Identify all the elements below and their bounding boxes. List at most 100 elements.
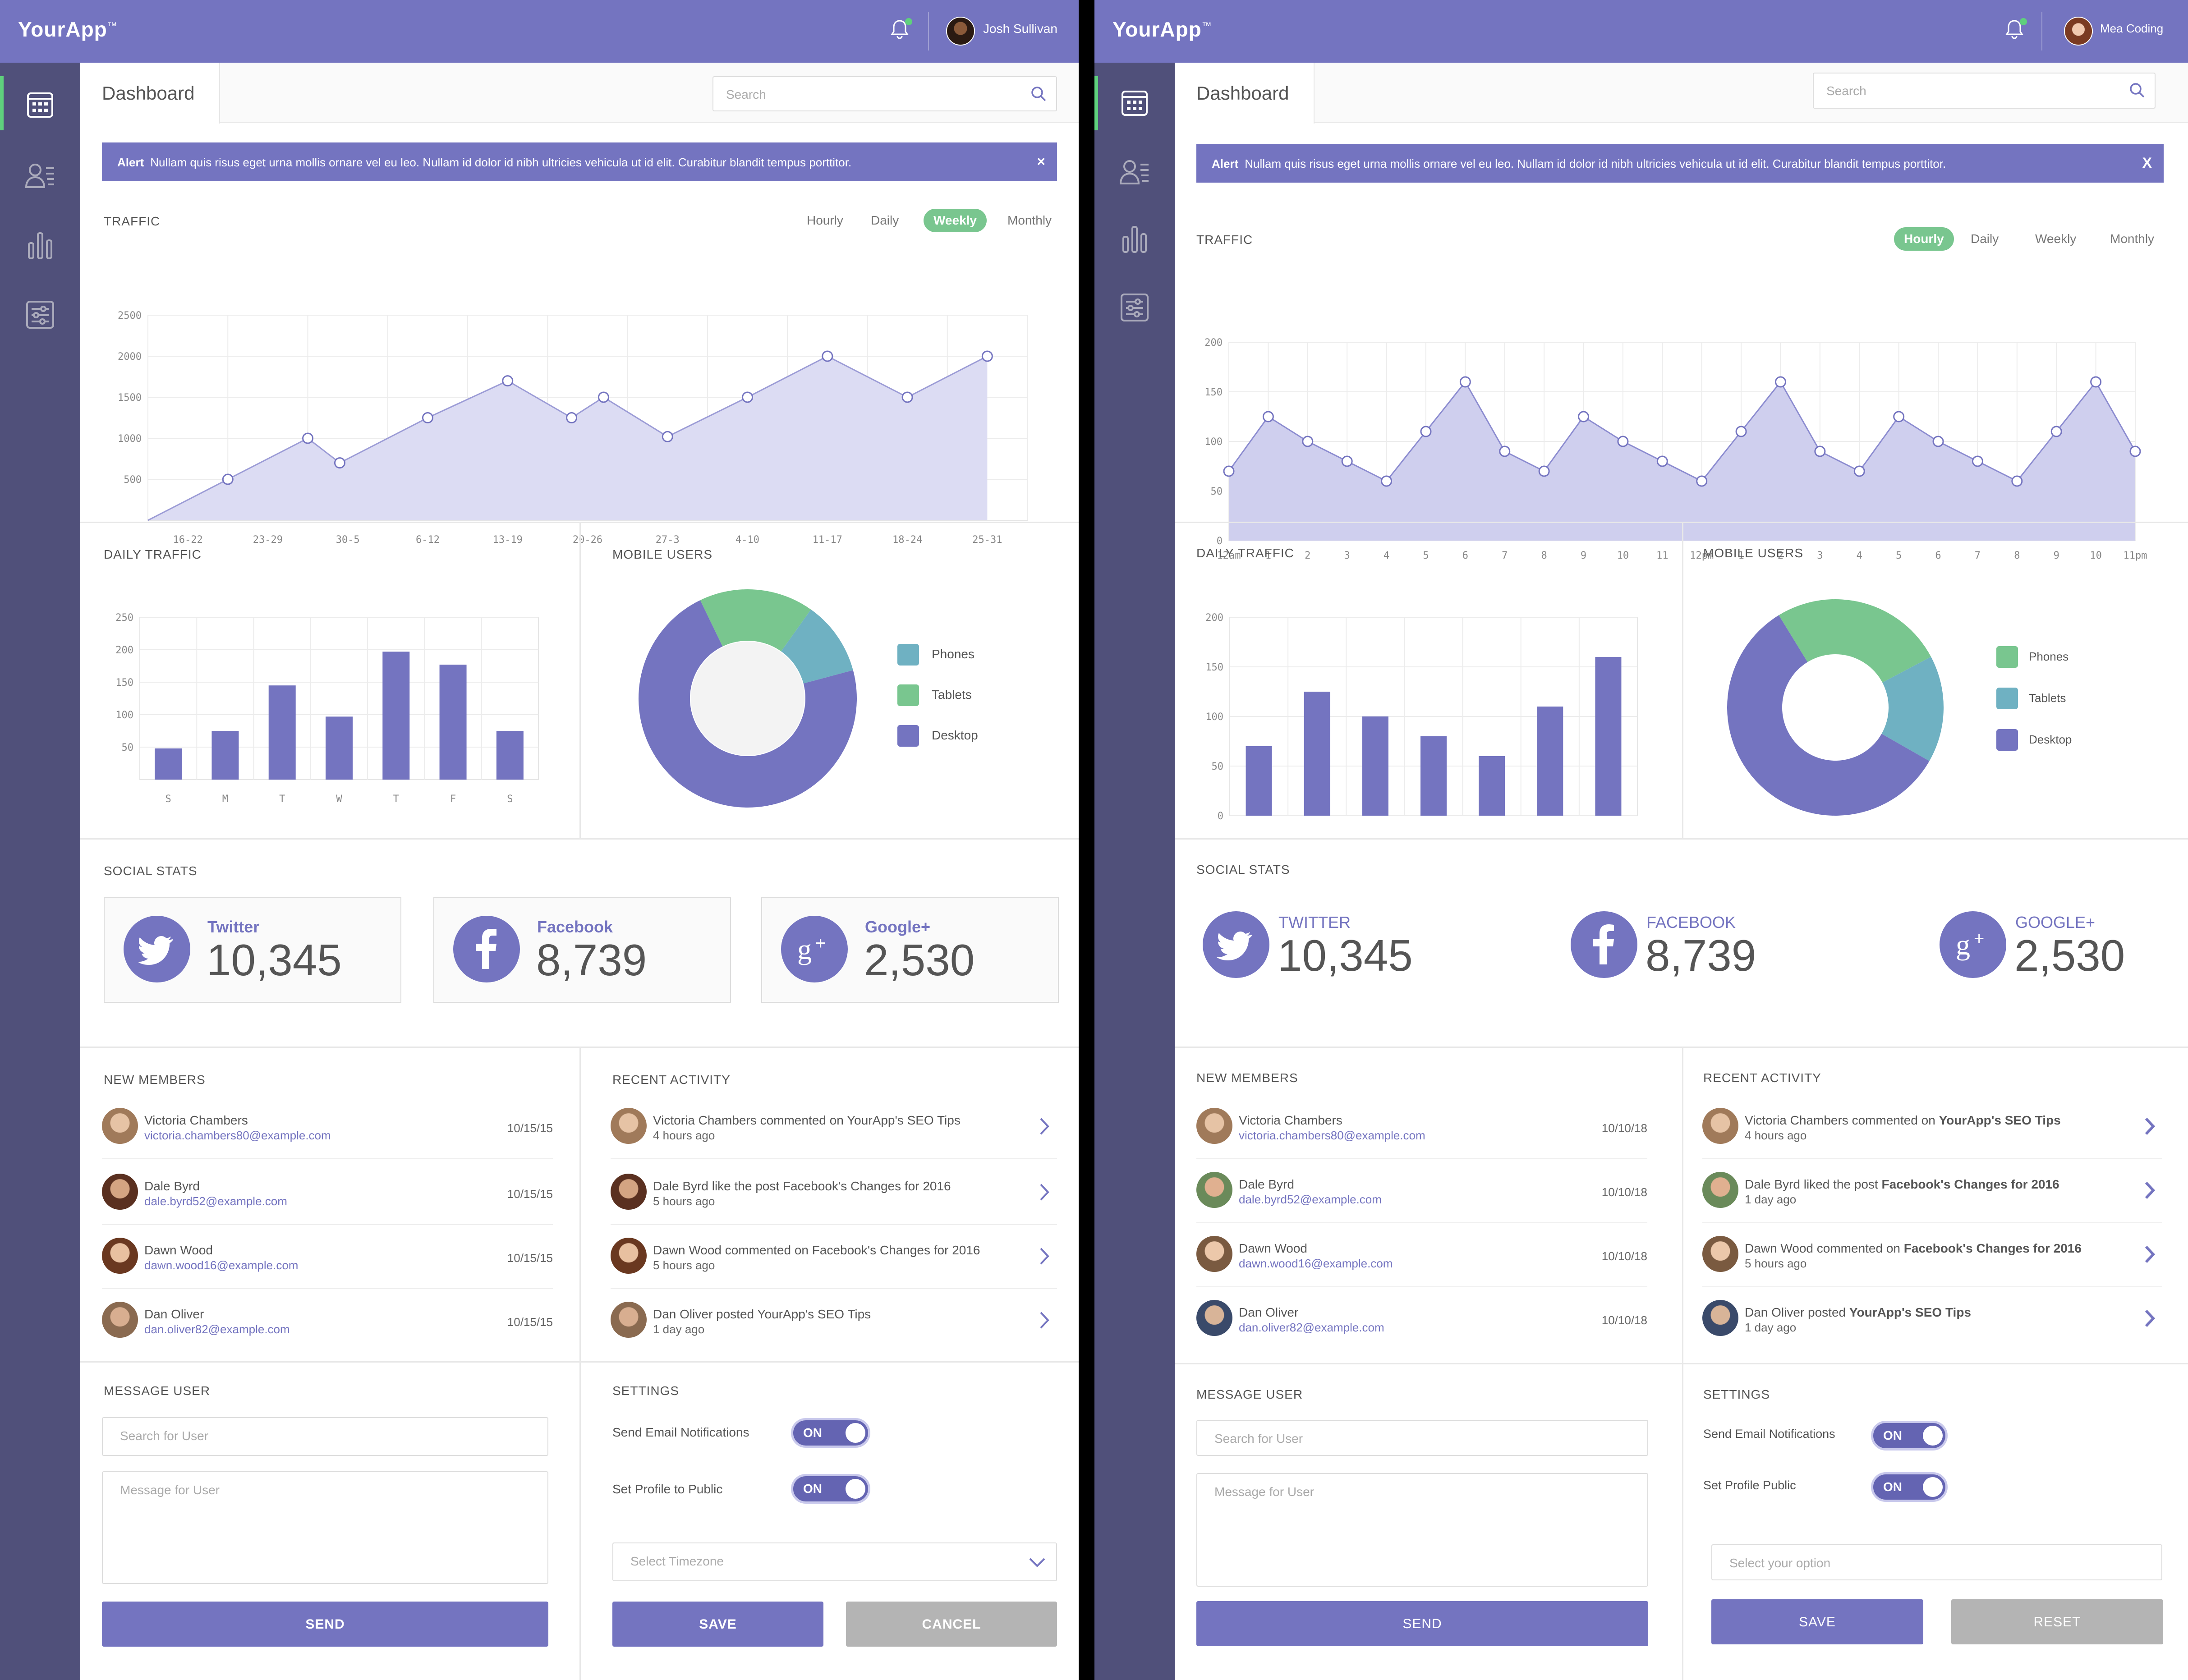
search-input[interactable]: Search [1813,73,2156,109]
member-row[interactable]: Dawn Wood dawn.wood16@example.com 10/15/15 [102,1225,553,1289]
activity-row[interactable]: Dan Oliver posted YourApp's SEO Tips 1 da… [611,1289,1057,1353]
dashboard-calendar-icon[interactable] [1114,83,1155,123]
member-email[interactable]: victoria.chambers80@example.com [144,1129,331,1143]
toggle-monthly[interactable]: Monthly [2100,227,2164,251]
user-avatar[interactable] [2064,17,2093,46]
activity-target[interactable]: YourApp's SEO Tips [757,1307,871,1321]
activity-row[interactable]: Dale Byrd liked the post Facebook's Chan… [1702,1159,2162,1223]
activity-row[interactable]: Dan Oliver posted YourApp's SEO Tips 1 da… [1702,1287,2162,1351]
users-icon[interactable] [1114,151,1155,192]
toggle-monthly[interactable]: Monthly [997,209,1062,232]
member-row[interactable]: Dan Oliver dan.oliver82@example.com 10/15/… [102,1289,553,1353]
message-textarea[interactable]: Message for User [1196,1473,1648,1587]
chevron-right-icon[interactable] [1035,1309,1053,1331]
activity-target[interactable]: Facebook's Changes for 2016 [812,1243,980,1257]
google-plus-card[interactable]: g + Google+ 2,530 [761,897,1059,1003]
notifications-bell-icon[interactable] [2001,16,2028,43]
bar [268,685,296,780]
x-tick-label: 7 [1502,550,1508,561]
twitter-card[interactable]: Twitter 10,345 [104,897,401,1003]
member-row[interactable]: Dale Byrd dale.byrd52@example.com 10/15/15 [102,1161,553,1225]
chevron-right-icon[interactable] [2141,1307,2159,1330]
chevron-right-icon[interactable] [1035,1181,1053,1203]
profile-public-toggle[interactable]: ON [791,1474,870,1504]
toggle-daily[interactable]: Daily [1961,227,2009,251]
toggle-hourly[interactable]: Hourly [1894,227,1954,251]
toggle-weekly[interactable]: Weekly [924,209,987,232]
chevron-right-icon[interactable] [2141,1115,2159,1138]
activity-row[interactable]: Dawn Wood commented on Facebook's Change… [611,1225,1057,1289]
message-textarea[interactable]: Message for User [102,1471,548,1584]
member-date: 10/15/15 [507,1121,553,1135]
email-notifications-toggle[interactable]: ON [791,1418,870,1448]
toggle-daily[interactable]: Daily [861,209,909,232]
reset-button[interactable]: RESET [1951,1599,2163,1644]
timezone-select[interactable]: Select Timezone [612,1542,1057,1581]
activity-row[interactable]: Dale Byrd like the post Facebook's Chang… [611,1161,1057,1225]
tab-dashboard[interactable]: Dashboard [1175,63,1315,124]
app-logo[interactable]: YourApp™ [18,17,118,41]
activity-target[interactable]: Facebook's Changes for 2016 [1904,1241,2082,1255]
activity-row[interactable]: Victoria Chambers commented on YourApp's… [1702,1095,2162,1159]
option-select[interactable]: Select your option [1711,1544,2162,1580]
settings-sliders-icon[interactable] [1114,287,1155,328]
member-row[interactable]: Victoria Chambers victoria.chambers80@exa… [1196,1095,1647,1159]
activity-target[interactable]: YourApp's SEO Tips [1939,1113,2061,1127]
google-plus-card[interactable]: g + GOOGLE+ 2,530 [1921,893,2173,999]
activity-row[interactable]: Dawn Wood commented on Facebook's Change… [1702,1223,2162,1287]
email-notifications-toggle[interactable]: ON [1871,1421,1948,1450]
stats-bar-icon[interactable] [20,225,60,266]
save-button[interactable]: SAVE [1711,1599,1923,1644]
member-row[interactable]: Dan Oliver dan.oliver82@example.com 10/10/… [1196,1287,1647,1351]
member-email[interactable]: dawn.wood16@example.com [1239,1257,1393,1271]
activity-target[interactable]: Facebook's Changes for 2016 [783,1179,951,1193]
user-search-input[interactable]: Search for User [1196,1420,1648,1456]
users-icon[interactable] [20,155,60,195]
profile-public-toggle[interactable]: ON [1871,1472,1948,1502]
send-button[interactable]: SEND [102,1602,548,1647]
toggle-hourly[interactable]: Hourly [797,209,853,232]
chevron-right-icon[interactable] [1035,1115,1053,1138]
save-button[interactable]: SAVE [612,1602,823,1647]
app-logo[interactable]: YourApp™ [1112,17,1212,41]
member-email[interactable]: dawn.wood16@example.com [144,1258,298,1272]
member-email[interactable]: dale.byrd52@example.com [144,1194,287,1208]
tab-dashboard[interactable]: Dashboard [80,63,220,124]
member-email[interactable]: dale.byrd52@example.com [1239,1193,1382,1207]
search-input[interactable]: Search [712,76,1057,111]
send-button[interactable]: SEND [1196,1601,1648,1646]
alert-close-icon[interactable]: X [2142,155,2152,171]
member-email[interactable]: dan.oliver82@example.com [144,1322,290,1336]
activity-target[interactable]: YourApp's SEO Tips [847,1113,961,1127]
user-search-input[interactable]: Search for User [102,1417,548,1456]
alert-close-icon[interactable]: × [1037,153,1045,170]
activity-row[interactable]: Victoria Chambers commented on YourApp's… [611,1095,1057,1159]
facebook-card[interactable]: Facebook 8,739 [433,897,731,1003]
activity-target[interactable]: YourApp's SEO Tips [1849,1305,1971,1319]
search-icon[interactable] [1029,84,1048,103]
user-name[interactable]: Mea Coding [2100,22,2163,36]
member-email[interactable]: victoria.chambers80@example.com [1239,1129,1425,1143]
google-plus-icon: g + [1940,911,2006,978]
chevron-right-icon[interactable] [1035,1245,1053,1267]
cancel-button[interactable]: CANCEL [846,1602,1057,1647]
chevron-right-icon[interactable] [2141,1243,2159,1266]
notifications-bell-icon[interactable] [886,16,913,43]
user-avatar[interactable] [946,17,975,46]
member-date: 10/15/15 [507,1315,553,1329]
settings-sliders-icon[interactable] [20,294,60,335]
chevron-down-icon[interactable] [1028,1554,1046,1570]
facebook-card[interactable]: FACEBOOK 8,739 [1552,893,1867,999]
member-row[interactable]: Victoria Chambers victoria.chambers80@exa… [102,1095,553,1159]
user-name[interactable]: Josh Sullivan [983,22,1057,36]
twitter-card[interactable]: TWITTER 10,345 [1184,893,1499,999]
toggle-weekly[interactable]: Weekly [2025,227,2086,251]
member-row[interactable]: Dale Byrd dale.byrd52@example.com 10/10/18 [1196,1159,1647,1223]
member-row[interactable]: Dawn Wood dawn.wood16@example.com 10/10/18 [1196,1223,1647,1287]
stats-bar-icon[interactable] [1114,219,1155,259]
activity-target[interactable]: Facebook's Changes for 2016 [1882,1177,2059,1191]
chevron-right-icon[interactable] [2141,1179,2159,1202]
dashboard-calendar-icon[interactable] [20,84,60,125]
search-icon[interactable] [2128,81,2147,100]
member-email[interactable]: dan.oliver82@example.com [1239,1321,1384,1335]
